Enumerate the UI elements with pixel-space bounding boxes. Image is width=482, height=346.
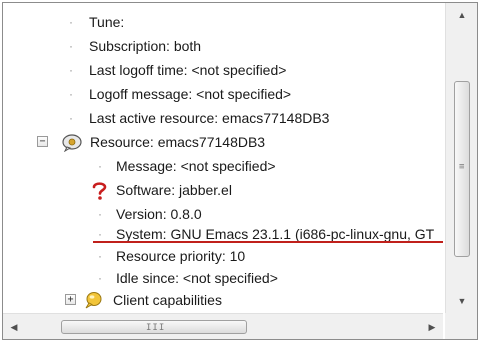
- tree-item-label: Version: 0.8.0: [116, 206, 202, 222]
- vertical-scrollbar[interactable]: ▲ ≡ ▼: [445, 3, 477, 313]
- tree-node-label: Resource: emacs77148DB3: [90, 134, 266, 150]
- tree-item-label: Message: <not specified>: [116, 158, 276, 174]
- bullet-icon: ·: [98, 207, 102, 221]
- bullet-icon: ·: [69, 111, 73, 125]
- grip-icon: ≡: [459, 162, 465, 172]
- bullet-icon: ·: [98, 159, 102, 173]
- tree-view: · Tune: · Subscription: both · Last logo…: [2, 2, 478, 340]
- speech-bubble-icon: [61, 134, 83, 158]
- tree-item-label: Tune:: [89, 14, 125, 30]
- bullet-icon: ·: [98, 249, 102, 263]
- tree-item-label: Last active resource: emacs77148DB3: [89, 110, 330, 126]
- horizontal-scrollbar[interactable]: ◀ III ▶: [3, 313, 443, 339]
- horizontal-scroll-thumb[interactable]: III: [61, 320, 247, 334]
- tree-node-label: Client capabilities: [113, 292, 222, 308]
- scrollbar-corner: [445, 313, 477, 339]
- vertical-scroll-thumb[interactable]: ≡: [454, 81, 470, 257]
- expand-toggle-icon[interactable]: +: [65, 294, 76, 305]
- tree-item-label: Last logoff time: <not specified>: [89, 62, 287, 78]
- tree-item-label: Logoff message: <not specified>: [89, 86, 292, 102]
- bullet-icon: ·: [69, 63, 73, 77]
- lightbulb-icon: [83, 291, 103, 313]
- tree-content: · Tune: · Subscription: both · Last logo…: [3, 3, 443, 313]
- grip-icon: III: [146, 323, 166, 333]
- tree-item-label: Software: jabber.el: [116, 182, 232, 198]
- scroll-down-arrow-icon[interactable]: ▼: [446, 289, 478, 313]
- selection-underline: [93, 241, 443, 243]
- bullet-icon: ·: [69, 39, 73, 53]
- tree-item-label: Idle since: <not specified>: [116, 270, 278, 286]
- scroll-up-arrow-icon[interactable]: ▲: [446, 3, 478, 27]
- bullet-icon: ·: [69, 15, 73, 29]
- scroll-right-arrow-icon[interactable]: ▶: [421, 314, 443, 340]
- tree-item-label: Subscription: both: [89, 38, 202, 54]
- collapse-toggle-icon[interactable]: −: [37, 136, 48, 147]
- bullet-icon: ·: [98, 271, 102, 285]
- tree-item-label: Resource priority: 10: [116, 248, 246, 264]
- scroll-left-arrow-icon[interactable]: ◀: [3, 314, 25, 340]
- bullet-icon: ·: [69, 87, 73, 101]
